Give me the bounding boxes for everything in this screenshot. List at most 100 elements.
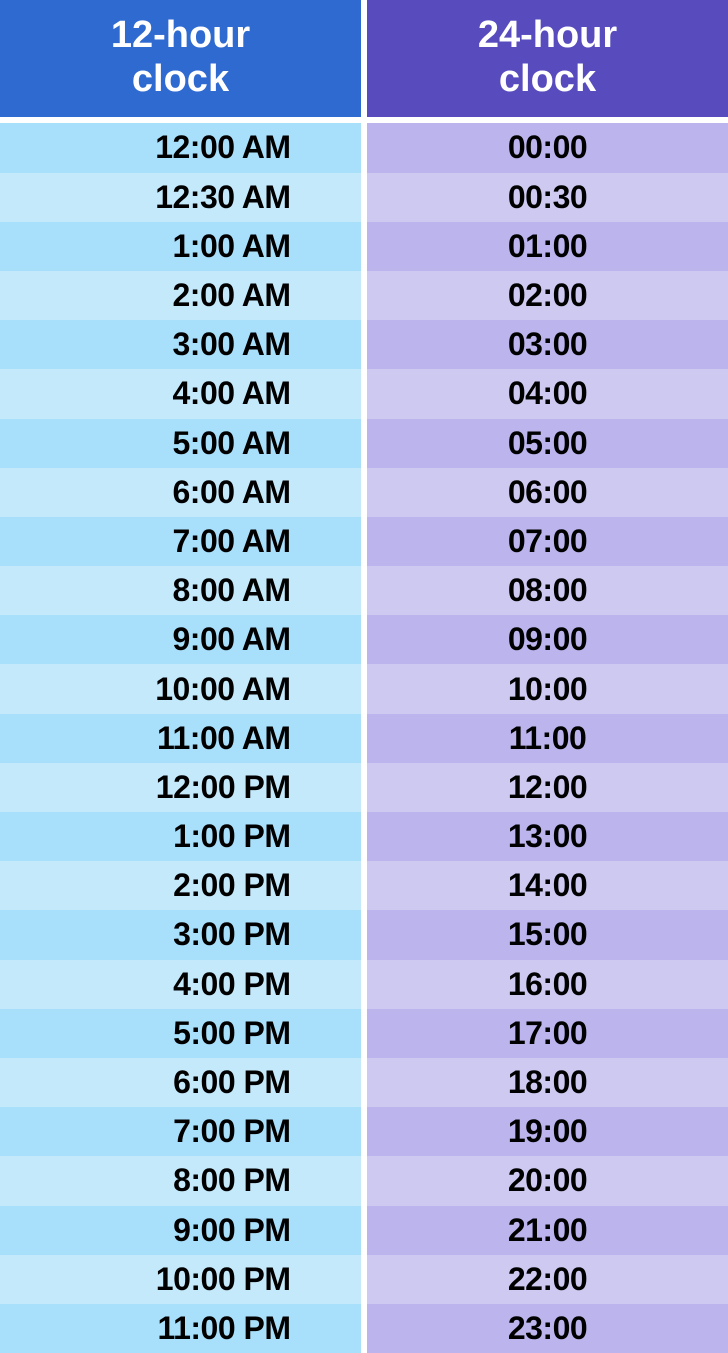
table-row: 7:00 AM (0, 517, 361, 566)
time-12-hour: 7:00 AM (71, 523, 291, 560)
time-12-hour: 3:00 AM (71, 326, 291, 363)
table-row: 7:00 PM (0, 1107, 361, 1156)
table-row: 03:00 (367, 320, 728, 369)
column-12-hour: 12-hour clock 12:00 AM 12:30 AM 1:00 AM 2:0… (0, 0, 361, 1353)
table-row: 12:00 (367, 763, 728, 812)
table-row: 09:00 (367, 615, 728, 664)
time-12-hour: 4:00 AM (71, 375, 291, 412)
time-24-hour: 08:00 (508, 572, 587, 609)
time-12-hour: 12:30 AM (71, 179, 291, 216)
time-24-hour: 05:00 (508, 425, 587, 462)
time-12-hour: 9:00 AM (71, 621, 291, 658)
table-row: 10:00 (367, 664, 728, 713)
time-12-hour: 5:00 AM (71, 425, 291, 462)
time-12-hour: 6:00 PM (71, 1064, 291, 1101)
time-24-hour: 03:00 (508, 326, 587, 363)
table-row: 05:00 (367, 419, 728, 468)
time-12-hour: 10:00 PM (71, 1261, 291, 1298)
table-row: 16:00 (367, 960, 728, 1009)
table-row: 10:00 PM (0, 1255, 361, 1304)
time-24-hour: 00:30 (508, 179, 587, 216)
time-12-hour: 8:00 AM (71, 572, 291, 609)
table-row: 23:00 (367, 1304, 728, 1353)
header-12-line2: clock (132, 58, 229, 100)
table-row: 9:00 AM (0, 615, 361, 664)
time-12-hour: 12:00 PM (71, 769, 291, 806)
table-row: 4:00 PM (0, 960, 361, 1009)
table-row: 1:00 PM (0, 812, 361, 861)
header-24-hour: 24-hour clock (367, 0, 728, 123)
table-row: 3:00 AM (0, 320, 361, 369)
time-24-hour: 16:00 (508, 966, 587, 1003)
time-24-hour: 20:00 (508, 1162, 587, 1199)
time-24-hour: 22:00 (508, 1261, 587, 1298)
table-row: 5:00 PM (0, 1009, 361, 1058)
table-row: 2:00 AM (0, 271, 361, 320)
table-row: 02:00 (367, 271, 728, 320)
table-row: 11:00 AM (0, 714, 361, 763)
table-row: 00:30 (367, 173, 728, 222)
table-row: 04:00 (367, 369, 728, 418)
table-row: 00:00 (367, 123, 728, 172)
time-12-hour: 2:00 AM (71, 277, 291, 314)
time-12-hour: 11:00 AM (71, 720, 291, 757)
table-row: 17:00 (367, 1009, 728, 1058)
table-row: 5:00 AM (0, 419, 361, 468)
column-24-hour: 24-hour clock 00:0000:3001:0002:0003:000… (367, 0, 728, 1353)
time-12-hour: 2:00 PM (71, 867, 291, 904)
table-row: 12:00 AM (0, 123, 361, 172)
table-row: 12:30 AM (0, 173, 361, 222)
time-24-hour: 13:00 (508, 818, 587, 855)
time-24-hour: 21:00 (508, 1212, 587, 1249)
table-row: 06:00 (367, 468, 728, 517)
time-12-hour: 10:00 AM (71, 671, 291, 708)
time-24-hour: 00:00 (508, 129, 587, 166)
table-row: 07:00 (367, 517, 728, 566)
table-row: 01:00 (367, 222, 728, 271)
time-12-hour: 1:00 AM (71, 228, 291, 265)
time-24-hour: 10:00 (508, 671, 587, 708)
header-24-line2: clock (499, 58, 596, 100)
time-24-hour: 18:00 (508, 1064, 587, 1101)
header-12-line1: 12-hour (111, 14, 250, 56)
table-row: 22:00 (367, 1255, 728, 1304)
time-12-hour: 11:00 PM (71, 1310, 291, 1347)
time-24-hour: 19:00 (508, 1113, 587, 1150)
time-24-hour: 23:00 (508, 1310, 587, 1347)
time-24-hour: 01:00 (508, 228, 587, 265)
table-row: 2:00 PM (0, 861, 361, 910)
time-24-hour: 02:00 (508, 277, 587, 314)
time-12-hour: 4:00 PM (71, 966, 291, 1003)
time-24-hour: 04:00 (508, 375, 587, 412)
header-12-hour: 12-hour clock (0, 0, 361, 123)
table-row: 15:00 (367, 910, 728, 959)
table-row: 21:00 (367, 1206, 728, 1255)
time-24-hour: 07:00 (508, 523, 587, 560)
time-12-hour: 12:00 AM (71, 129, 291, 166)
time-24-hour: 06:00 (508, 474, 587, 511)
time-24-hour: 15:00 (508, 916, 587, 953)
time-24-hour: 14:00 (508, 867, 587, 904)
table-row: 12:00 PM (0, 763, 361, 812)
time-conversion-table: 12-hour clock 12:00 AM 12:30 AM 1:00 AM 2:0… (0, 0, 728, 1353)
table-row: 20:00 (367, 1156, 728, 1205)
time-12-hour: 6:00 AM (71, 474, 291, 511)
table-row: 6:00 AM (0, 468, 361, 517)
time-24-hour: 12:00 (508, 769, 587, 806)
rows-24-hour: 00:00 00:30 01:00 02:00 03:00 04:00 05:00 06:00… (367, 123, 728, 1353)
table-row: 13:00 (367, 812, 728, 861)
table-row: 1:00 AM (0, 222, 361, 271)
table-row: 6:00 PM (0, 1058, 361, 1107)
time-12-hour: 1:00 PM (71, 818, 291, 855)
table-row: 8:00 AM (0, 566, 361, 615)
time-24-hour: 17:00 (508, 1015, 587, 1052)
table-row: 11:00 PM (0, 1304, 361, 1353)
time-12-hour: 8:00 PM (71, 1162, 291, 1199)
time-24-hour: 09:00 (508, 621, 587, 658)
table-row: 8:00 PM (0, 1156, 361, 1205)
time-12-hour: 7:00 PM (71, 1113, 291, 1150)
table-row: 3:00 PM (0, 910, 361, 959)
table-row: 10:00 AM (0, 664, 361, 713)
time-24-hour: 11:00 (509, 720, 587, 757)
rows-12-hour: 12:00 AM 12:30 AM 1:00 AM 2:00 AM 3:00 AM 4:0… (0, 123, 361, 1353)
